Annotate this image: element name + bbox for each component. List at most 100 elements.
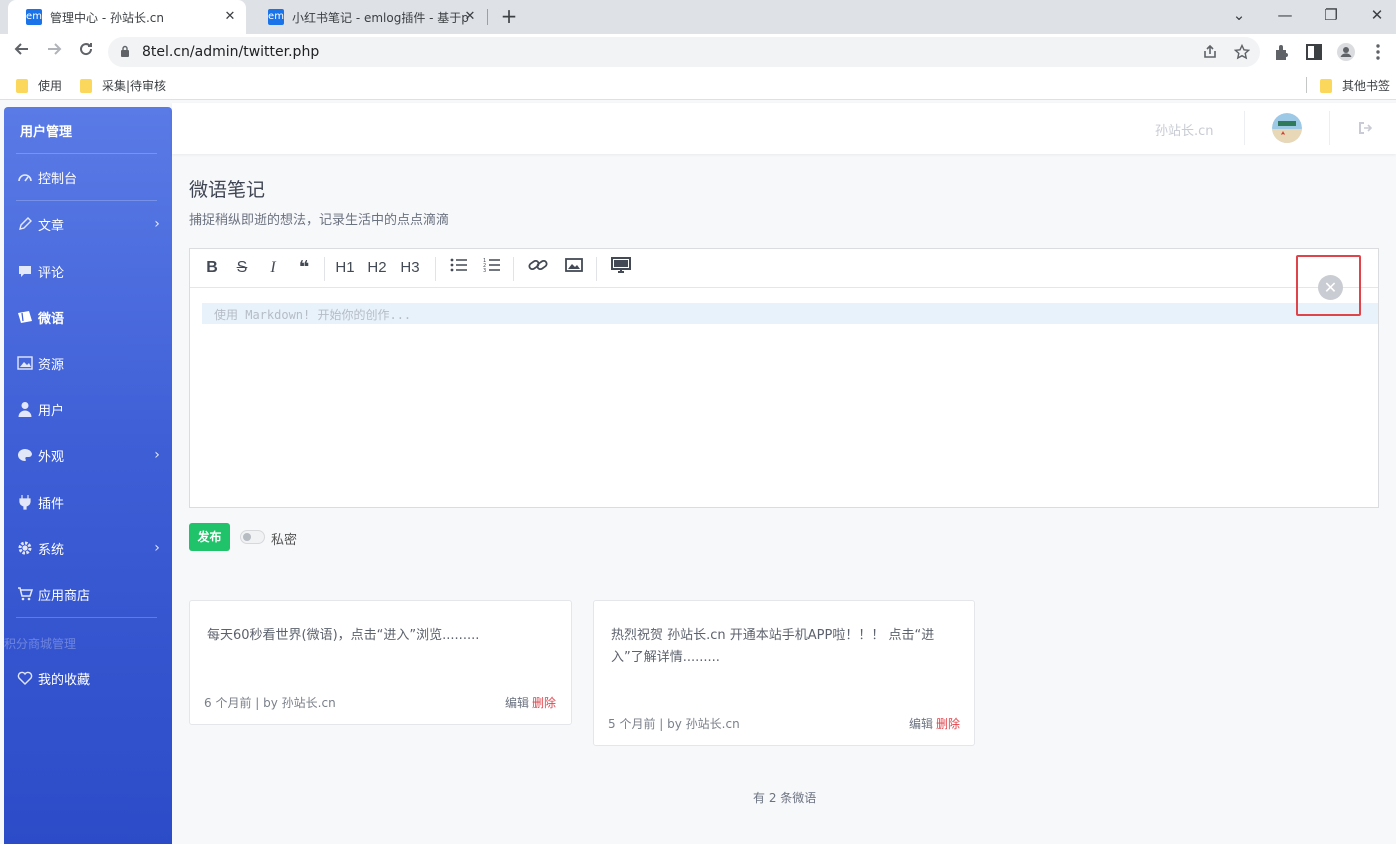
preview-button[interactable] — [611, 257, 631, 279]
sidebar-item-dashboard[interactable]: 控制台 — [16, 165, 162, 189]
sidebar: 用户管理 控制台 文章 › 评论 微语 资源 用户 外观 › 插件 系统 › 应… — [4, 107, 172, 844]
other-bookmarks[interactable]: 其他书签 — [1320, 77, 1390, 94]
forward-arrow-icon[interactable] — [42, 40, 66, 64]
svg-text:3: 3 — [483, 268, 486, 273]
toolbar-divider — [596, 257, 597, 281]
link-button[interactable] — [528, 257, 548, 279]
header-divider — [1244, 111, 1245, 145]
reload-icon[interactable] — [74, 40, 98, 64]
emlog-favicon-icon: em — [268, 9, 284, 25]
sidebar-item-label: 微语 — [38, 311, 65, 327]
side-panel-icon[interactable] — [1304, 42, 1324, 62]
bookmark-folder[interactable]: 使用 — [16, 77, 62, 94]
sidebar-brand[interactable]: 用户管理 — [20, 121, 72, 140]
browser-tab-admin[interactable]: em 管理中心 - 孙站长.cn ✕ — [8, 0, 246, 34]
menu-kebab-icon[interactable] — [1368, 42, 1388, 62]
strikethrough-button[interactable]: S — [232, 257, 252, 279]
edit-link[interactable]: 编辑 — [909, 717, 933, 731]
share-icon[interactable] — [1202, 44, 1218, 60]
unordered-list-button[interactable] — [449, 257, 469, 279]
delete-link[interactable]: 删除 — [532, 696, 556, 710]
pencil-icon — [16, 216, 34, 232]
heart-icon — [16, 670, 34, 686]
sidebar-item-system[interactable]: 系统 › — [16, 536, 162, 560]
tab-search-icon[interactable]: ⌄ — [1224, 4, 1254, 28]
user-icon — [16, 401, 34, 417]
window-close-button[interactable]: ✕ — [1362, 4, 1392, 28]
private-toggle[interactable] — [240, 530, 265, 544]
avatar[interactable] — [1272, 113, 1302, 143]
image-button[interactable] — [564, 257, 584, 279]
site-name-link[interactable]: 孙站长.cn — [1155, 120, 1214, 139]
logout-icon[interactable] — [1358, 121, 1372, 135]
tab-close-icon[interactable]: ✕ — [222, 9, 238, 25]
sidebar-item-label: 用户 — [38, 403, 65, 419]
star-icon[interactable] — [1234, 44, 1250, 60]
tab-title: 管理中心 - 孙站长.cn — [50, 10, 164, 25]
comment-icon — [16, 263, 34, 279]
toolbar-divider — [513, 257, 514, 281]
sidebar-item-points-mall[interactable]: 积分商城管理 — [4, 635, 76, 652]
h3-button[interactable]: H3 — [400, 257, 420, 279]
private-label: 私密 — [271, 533, 298, 548]
sidebar-item-label: 系统 — [38, 542, 65, 558]
plug-icon — [16, 494, 34, 510]
back-arrow-icon[interactable] — [10, 40, 34, 64]
sidebar-item-label: 我的收藏 — [38, 672, 91, 688]
sidebar-item-label: 评论 — [38, 265, 65, 281]
quote-button[interactable]: ❝ — [294, 257, 314, 279]
link-icon — [528, 259, 548, 271]
page-subtitle: 捕捉稍纵即逝的想法，记录生活中的点点滴滴 — [189, 213, 450, 228]
folder-icon — [16, 78, 28, 93]
ordered-list-button[interactable]: 123 — [482, 257, 502, 279]
close-editor-icon[interactable]: ✕ — [1318, 275, 1343, 300]
delete-link[interactable]: 删除 — [936, 717, 960, 731]
publish-button[interactable]: 发布 — [189, 523, 230, 551]
toolbar-divider — [324, 257, 325, 281]
h1-button[interactable]: H1 — [335, 257, 355, 279]
toolbar-divider — [435, 257, 436, 281]
sidebar-item-appearance[interactable]: 外观 › — [16, 443, 162, 467]
browser-toolbar: 8tel.cn/admin/twitter.php — [0, 34, 1396, 70]
post-card: 每天60秒看世界(微语)，点击“进入”浏览......... 6 个月前 | b… — [189, 600, 572, 725]
profile-icon[interactable] — [1336, 42, 1356, 62]
sidebar-item-label: 控制台 — [38, 171, 78, 187]
folder-icon — [80, 78, 92, 93]
monitor-icon — [611, 257, 631, 273]
bookmark-folder[interactable]: 采集|待审核 — [80, 77, 166, 94]
sidebar-item-articles[interactable]: 文章 › — [16, 212, 162, 236]
h2-button[interactable]: H2 — [367, 257, 387, 279]
edit-link[interactable]: 编辑 — [505, 696, 529, 710]
sidebar-item-label: 文章 — [38, 218, 65, 234]
sidebar-item-app-store[interactable]: 应用商店 — [16, 582, 162, 606]
bookmark-label: 其他书签 — [1342, 79, 1391, 93]
header-divider — [1329, 111, 1330, 145]
post-meta: 5 个月前 | by 孙站长.cn — [608, 717, 740, 731]
tab-separator — [487, 9, 488, 25]
sidebar-item-favorites[interactable]: 我的收藏 — [16, 666, 162, 690]
sidebar-item-label: 应用商店 — [38, 588, 91, 604]
post-actions: 编辑 删除 — [909, 715, 960, 732]
new-tab-button[interactable]: + — [498, 6, 520, 28]
sidebar-item-weiyu[interactable]: 微语 — [16, 305, 162, 329]
bookmark-separator — [1306, 77, 1307, 93]
tab-close-icon[interactable]: ✕ — [462, 9, 478, 25]
editor-placeholder: 使用 Markdown! 开始你的创作... — [214, 308, 412, 322]
sidebar-item-users[interactable]: 用户 — [16, 397, 162, 421]
address-bar[interactable]: 8tel.cn/admin/twitter.php — [108, 37, 1260, 67]
sidebar-item-plugins[interactable]: 插件 — [16, 490, 162, 514]
restore-button[interactable]: ❐ — [1316, 4, 1346, 28]
sidebar-item-resources[interactable]: 资源 — [16, 351, 162, 375]
toggle-knob — [243, 533, 251, 541]
sidebar-item-comments[interactable]: 评论 — [16, 259, 162, 283]
post-text[interactable]: 热烈祝贺 孙站长.cn 开通本站手机APP啦！！！ 点击“进入”了解详情....… — [611, 625, 963, 669]
italic-button[interactable]: I — [263, 257, 283, 279]
browser-tab-xiaohongshu[interactable]: em 小红书笔记 - emlog插件 - 基于p ✕ — [250, 0, 486, 34]
lock-icon — [121, 45, 129, 57]
gear-icon — [16, 540, 34, 556]
extensions-icon[interactable] — [1272, 42, 1292, 62]
bold-button[interactable]: B — [202, 257, 222, 279]
post-text[interactable]: 每天60秒看世界(微语)，点击“进入”浏览......... — [207, 625, 557, 647]
sidebar-divider — [16, 617, 157, 618]
minimize-button[interactable]: — — [1270, 4, 1300, 28]
